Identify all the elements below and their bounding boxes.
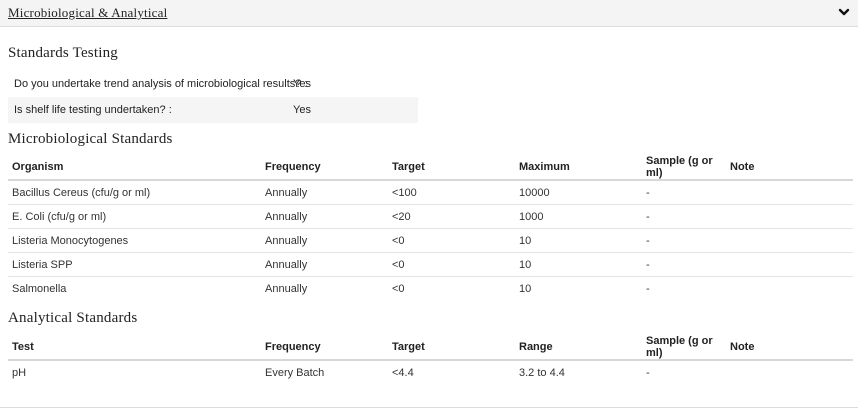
cell-test: pH [12,366,27,379]
column-header: Frequency [261,155,388,181]
accordion-header[interactable]: Microbiological & Analytical [0,0,858,27]
cell-organism: E. Coli (cfu/g or ml) [8,204,261,229]
cell-target: <0 [388,228,515,253]
table-row: E. Coli (cfu/g or ml) Annually <20 1000 … [8,204,853,229]
table-row: Listeria SPP Annually <0 10 - [8,252,853,277]
cell-range: 3.2 to 4.4 [519,366,565,379]
cell-target: <0 [388,252,515,277]
table-header-row: Organism Frequency Target Maximum Sample… [8,155,853,181]
qa-row-trend-analysis: Do you undertake trend analysis of micro… [8,71,418,97]
analytical-standards-heading: Analytical Standards [8,310,138,326]
cell-maximum: 1000 [515,204,642,229]
cell-note [726,180,853,205]
column-header: Organism [8,155,261,181]
column-header: Test [8,335,261,361]
cell-target: <4.4 [392,366,414,379]
cell-maximum: 10 [515,252,642,277]
column-header: Sample (g or ml) [642,335,726,361]
analytical-standards-table: Test Frequency Target Range Sample (g or… [8,335,853,384]
cell-note [726,252,853,277]
cell-frequency: Annually [261,180,388,205]
section-divider [0,407,858,408]
cell-note [726,228,853,253]
qa-row-shelf-life: Is shelf life testing undertaken? : Yes [8,97,418,123]
cell-sample: - [646,282,650,295]
cell-organism: Listeria SPP [8,252,261,277]
column-header: Target [388,155,515,181]
cell-frequency: Every Batch [265,366,325,379]
microbiological-standards-heading: Microbiological Standards [8,131,173,147]
column-header: Range [515,335,642,361]
standards-testing-heading: Standards Testing [8,45,118,61]
cell-note [726,204,853,229]
question-answer: Yes [293,104,311,116]
cell-sample: - [642,204,726,229]
table-row: Salmonella Annually <0 10 - [8,277,853,301]
table-row: pH Every Batch <4.4 3.2 to 4.4 - [8,360,853,384]
column-header: Note [726,155,853,181]
accordion-title[interactable]: Microbiological & Analytical [8,5,167,21]
column-header: Sample (g or ml) [642,155,726,181]
cell-sample: - [642,180,726,205]
cell-frequency: Annually [261,252,388,277]
chevron-down-icon[interactable] [838,6,850,18]
cell-target: <20 [388,204,515,229]
cell-organism: Salmonella [12,282,67,295]
cell-frequency: Annually [261,228,388,253]
question-answer: Yes [293,78,311,90]
question-label: Is shelf life testing undertaken? : [14,104,172,116]
cell-organism: Bacillus Cereus (cfu/g or ml) [8,180,261,205]
cell-sample: - [646,366,650,379]
cell-organism: Listeria Monocytogenes [8,228,261,253]
table-row: Bacillus Cereus (cfu/g or ml) Annually <… [8,180,853,205]
cell-maximum: 10 [515,228,642,253]
cell-note [726,360,853,384]
cell-sample: - [642,228,726,253]
table-row: Listeria Monocytogenes Annually <0 10 - [8,228,853,253]
column-header: Target [388,335,515,361]
cell-target: <0 [392,282,405,295]
cell-sample: - [642,252,726,277]
cell-target: <100 [388,180,515,205]
cell-frequency: Annually [261,204,388,229]
table-header-row: Test Frequency Target Range Sample (g or… [8,335,853,361]
cell-frequency: Annually [265,282,308,295]
column-header: Maximum [515,155,642,181]
cell-maximum: 10000 [515,180,642,205]
microbiological-standards-table: Organism Frequency Target Maximum Sample… [8,155,853,300]
question-label: Do you undertake trend analysis of micro… [14,78,308,90]
column-header: Frequency [261,335,388,361]
column-header: Note [726,335,853,361]
cell-maximum: 10 [519,282,532,295]
cell-note [726,277,853,301]
